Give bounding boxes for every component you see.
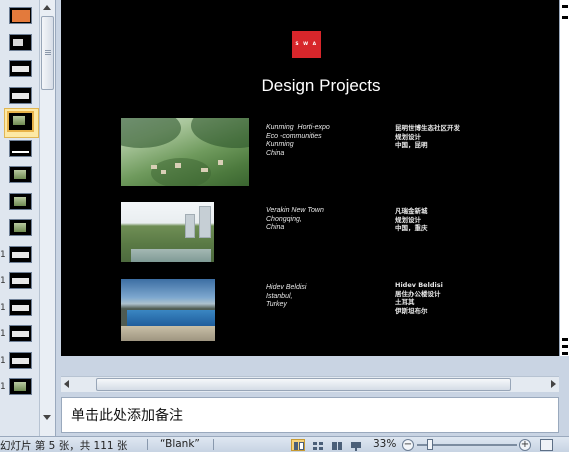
slide-title[interactable]: Design Projects — [211, 76, 431, 96]
thumbnail-number: 1 — [0, 382, 6, 392]
project-3-english: Hidev Beldisi Istanbul, Turkey — [266, 284, 307, 309]
thumbnail-preview — [9, 192, 32, 210]
slide-thumbnail[interactable] — [0, 218, 38, 238]
slide-thumbnail[interactable]: 1 — [0, 271, 38, 291]
project-2-chinese: 凡瑞金新城 规划设计 中国，重庆 — [395, 207, 428, 233]
slide-thumbnail[interactable]: 1 — [0, 245, 38, 265]
thumbnail-scrollbar[interactable] — [39, 0, 55, 436]
slide-sorter-icon[interactable] — [310, 439, 324, 451]
thumbnail-preview — [9, 219, 32, 236]
slide-counter: 幻灯片 第 5 张，共 111 张 — [0, 440, 128, 452]
thumbnail-preview — [9, 325, 32, 342]
thumbnail-scroll-thumb[interactable] — [41, 16, 54, 90]
slide-thumbnail[interactable]: 1 — [0, 324, 38, 344]
theme-name[interactable]: “Blank” — [160, 438, 200, 450]
swa-logo: S W A — [292, 31, 321, 58]
vertical-scrollbar[interactable] — [559, 0, 569, 356]
slide-thumbnail[interactable] — [0, 139, 38, 159]
thumbnail-preview — [9, 272, 32, 289]
thumbnail-preview — [9, 245, 32, 263]
thumbnail-number: 1 — [0, 355, 6, 366]
slide-thumbnail[interactable] — [0, 59, 38, 79]
thumbnail-preview — [9, 351, 32, 369]
thumbnail-preview — [9, 7, 32, 24]
thumbnail-number: 1 — [0, 276, 6, 286]
thumbnail-preview — [9, 60, 32, 77]
slide-thumbnail[interactable] — [0, 33, 38, 53]
fit-to-window-icon[interactable] — [540, 439, 553, 451]
project-image-kunming[interactable] — [121, 118, 249, 186]
slideshow-icon[interactable] — [348, 439, 362, 451]
thumbnail-preview — [9, 33, 32, 51]
notes-pane[interactable]: 单击此处添加备注 — [61, 397, 559, 433]
thumbnail-preview — [9, 166, 32, 183]
project-1-chinese: 昆明世博生态社区开发 规划设计 中国，昆明 — [395, 124, 460, 150]
thumbnail-preview — [9, 298, 32, 316]
slide-thumbnail[interactable] — [0, 192, 38, 212]
project-image-verakin[interactable] — [121, 202, 214, 262]
project-image-hidev[interactable] — [121, 279, 215, 341]
slide-thumbnail[interactable] — [0, 165, 38, 185]
notes-placeholder[interactable]: 单击此处添加备注 — [71, 405, 183, 425]
scroll-up-arrow-icon[interactable] — [43, 5, 51, 10]
thumbnail-preview — [7, 111, 34, 132]
scroll-left-arrow-icon[interactable] — [64, 380, 69, 388]
zoom-level[interactable]: 33% — [373, 438, 396, 450]
scroll-right-arrow-icon[interactable] — [551, 380, 556, 388]
horizontal-scroll-thumb[interactable] — [96, 378, 511, 391]
project-3-chinese: Hidev Beldisi 居住办公楼设计 土耳其 伊斯坦布尔 — [395, 281, 443, 315]
slide-thumbnail[interactable] — [0, 86, 38, 106]
slide-canvas[interactable]: S W A Design Projects Kunming Horti-expo… — [61, 0, 559, 356]
slide-thumbnails-panel: 1 1 1 1 1 1 — [0, 0, 56, 436]
reading-view-icon[interactable] — [329, 439, 343, 451]
project-2-english: Verakin New Town Chongqing, China — [266, 207, 324, 232]
thumbnail-number: 1 — [0, 302, 6, 313]
slide-thumbnail[interactable]: 1 — [0, 298, 38, 318]
slide-thumbnail[interactable] — [0, 108, 39, 138]
slide-thumbnail[interactable]: 1 — [0, 377, 38, 397]
thumbnail-preview — [9, 139, 32, 157]
horizontal-scrollbar[interactable] — [61, 376, 559, 392]
zoom-out-icon[interactable]: − — [402, 439, 414, 451]
slide-thumbnail[interactable]: 1 — [0, 351, 38, 371]
slide-thumbnail[interactable] — [0, 6, 38, 26]
thumbnail-number: 1 — [0, 329, 6, 339]
project-1-english: Kunming Horti-expo Eco -communities Kunm… — [266, 124, 330, 157]
thumbnail-number: 1 — [0, 249, 6, 260]
normal-view-icon[interactable] — [291, 439, 305, 451]
thumbnail-preview — [9, 378, 32, 395]
zoom-in-icon[interactable]: + — [519, 439, 531, 451]
status-bar: 幻灯片 第 5 张，共 111 张 “Blank” 33% − + — [0, 436, 569, 452]
thumbnail-preview — [9, 86, 32, 104]
scroll-down-arrow-icon[interactable] — [43, 415, 51, 420]
zoom-slider-handle[interactable] — [427, 439, 433, 450]
